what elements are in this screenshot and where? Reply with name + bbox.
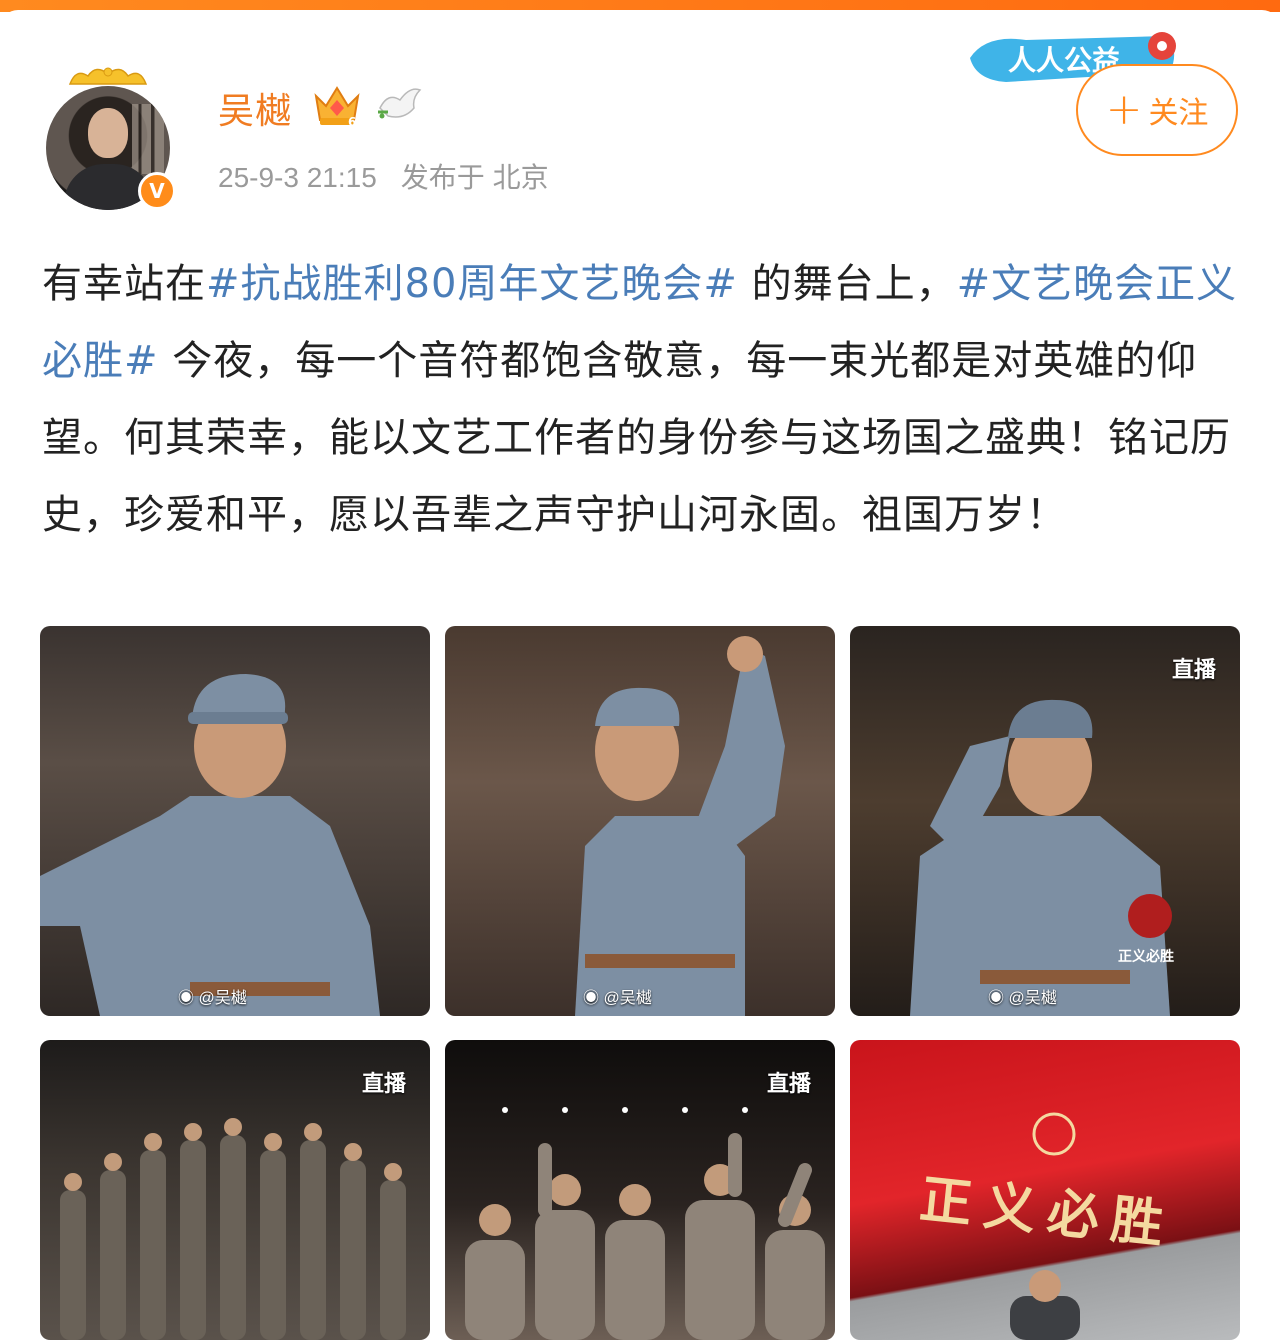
username[interactable]: 吴樾 <box>218 82 292 134</box>
stage-text: 正义必胜 <box>1118 949 1174 965</box>
vip-crown-icon[interactable]: 6 <box>312 80 362 128</box>
image-watermark: ◉ @吴樾 <box>583 990 652 1007</box>
hashtag-link-1[interactable]: #抗战胜利80周年文艺晚会# <box>206 261 738 307</box>
avatar-face <box>88 108 128 158</box>
svg-text:6: 6 <box>348 115 356 128</box>
soldier-figure <box>40 674 380 1016</box>
image-watermark: ◉ @吴樾 <box>178 990 247 1007</box>
soldier-figure <box>575 636 785 1016</box>
live-tag: 直播 <box>1171 658 1216 683</box>
image-tile-5[interactable]: 直播 <box>445 1040 835 1340</box>
emblem-icon <box>1032 1112 1076 1156</box>
weibo-logo-icon: ◉ <box>988 990 1009 1007</box>
verified-v-icon: V <box>138 172 176 210</box>
weibo-logo-icon: ◉ <box>178 990 199 1007</box>
weibo-logo-icon: ◉ <box>583 990 604 1007</box>
live-tag: 直播 <box>766 1072 811 1097</box>
live-tag: 直播 <box>361 1072 406 1097</box>
post-location: 发布于 北京 <box>400 162 549 193</box>
post-card: 人人公益 V 吴樾 6 25-9-3 21:15 发布于 北京 + 关注 有幸站… <box>0 10 1280 1340</box>
text-part-1: 有幸站在 <box>42 261 206 307</box>
follow-button[interactable]: + 关注 <box>1076 64 1238 156</box>
text-part-2: 的舞台上， <box>737 261 957 307</box>
image-tile-1[interactable]: ◉ @吴樾 <box>40 626 430 1016</box>
image-tile-3[interactable]: 直播 正义必胜 ◉ @吴樾 <box>850 626 1240 1016</box>
post-meta: 25-9-3 21:15 发布于 北京 <box>218 156 573 196</box>
dove-icon[interactable] <box>374 82 424 126</box>
text-part-3: 今夜，每一个音符都饱含敬意，每一束光都是对英雄的仰望。何其荣幸，能以文艺工作者的… <box>42 338 1231 538</box>
crown-frame-icon <box>68 67 148 85</box>
image-tile-6[interactable]: 正义必胜 <box>850 1040 1240 1340</box>
avatar-wrap[interactable]: V <box>46 67 176 210</box>
avatar-background <box>132 104 164 174</box>
plus-icon: + <box>1105 84 1143 135</box>
image-tile-4[interactable]: 直播 <box>40 1040 430 1340</box>
soldier-figure <box>910 699 1172 1016</box>
post-text: 有幸站在#抗战胜利80周年文艺晚会# 的舞台上，#文艺晚会正义必胜# 今夜，每一… <box>42 246 1238 554</box>
post-timestamp: 25-9-3 21:15 <box>218 162 377 193</box>
follow-label: 关注 <box>1148 96 1209 131</box>
person-figure <box>1010 1270 1080 1340</box>
image-tile-2[interactable]: ◉ @吴樾 <box>445 626 835 1016</box>
image-watermark: ◉ @吴樾 <box>988 990 1057 1007</box>
